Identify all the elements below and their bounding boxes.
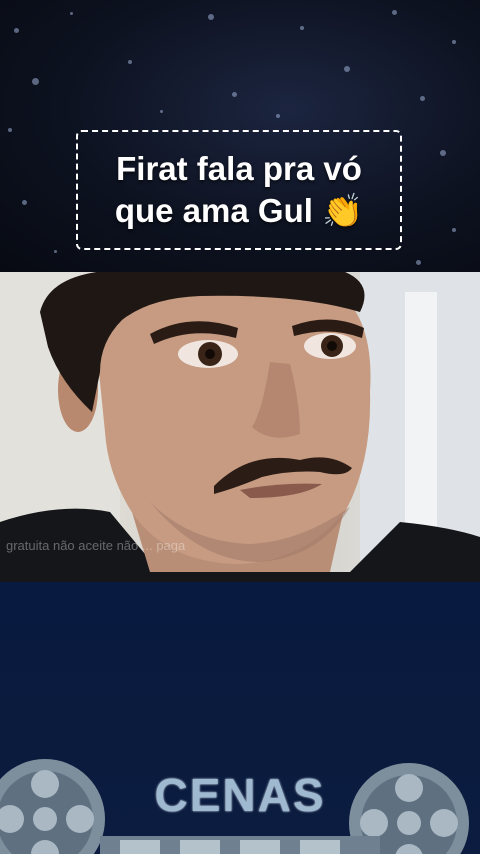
star-dot <box>160 110 163 113</box>
star-dot <box>392 10 397 15</box>
actor-face-image <box>0 272 480 582</box>
star-dot <box>420 96 425 101</box>
caption-line-1: Firat fala pra vó <box>116 150 362 187</box>
star-dot <box>440 150 446 156</box>
bottom-panel: CENAS <box>0 582 480 854</box>
starry-background: Firat fala pra vó que ama Gul 👏 <box>0 0 480 272</box>
film-strip-icon <box>100 836 380 854</box>
star-dot <box>32 78 39 85</box>
caption-box: Firat fala pra vó que ama Gul 👏 <box>76 130 402 250</box>
star-dot <box>128 60 132 64</box>
star-dot <box>276 114 280 118</box>
star-dot <box>22 200 27 205</box>
star-dot <box>416 260 421 265</box>
video-watermark: gratuita não aceite não ... paga <box>6 538 186 553</box>
star-dot <box>8 128 12 132</box>
star-dot <box>300 26 304 30</box>
star-dot <box>54 250 57 253</box>
star-dot <box>208 14 214 20</box>
star-dot <box>452 40 456 44</box>
star-dot <box>70 12 73 15</box>
brand-label: CENAS <box>154 769 326 821</box>
star-dot <box>344 66 350 72</box>
star-dot <box>452 228 456 232</box>
star-dot <box>14 28 19 33</box>
star-dot <box>232 92 237 97</box>
video-frame[interactable]: gratuita não aceite não ... paga <box>0 272 480 582</box>
caption-line-2: que ama Gul 👏 <box>114 192 364 229</box>
